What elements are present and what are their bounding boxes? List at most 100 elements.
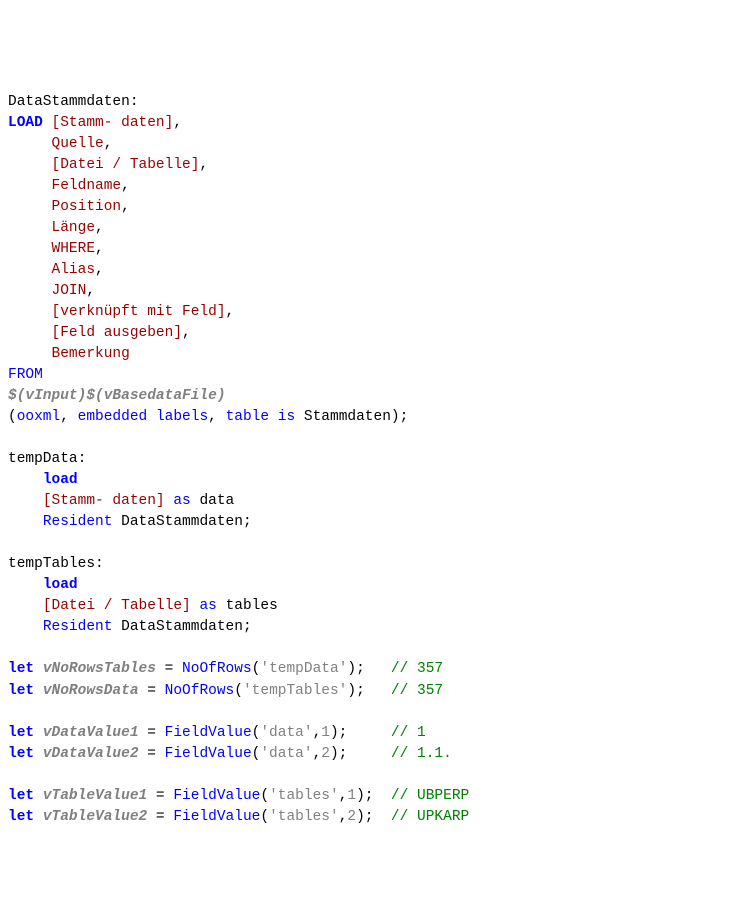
field-ausgeben: [Feld ausgeben] [52,325,183,341]
equals: = [147,809,173,825]
fieldvalue-func: FieldValue [173,788,260,804]
temptables-field: [Datei / Tabelle] [43,598,191,614]
comma: , [86,283,95,299]
resident-keyword: Resident [43,619,113,635]
comma: , [121,199,130,215]
close-paren-semi: ); [356,788,373,804]
comma: , [95,220,104,236]
let-keyword: let [8,661,34,677]
comma: , [95,241,104,257]
num-1: 1 [321,725,330,741]
close-paren-semi: ); [391,409,408,425]
close-paren-semi: ); [347,683,364,699]
field-bemerkung: Bemerkung [52,346,130,362]
resident-table: DataStammdaten [121,619,243,635]
load-keyword-3: load [43,577,78,593]
open-paren: ( [260,809,269,825]
comma: , [208,409,225,425]
tempdata-alias: data [199,493,234,509]
semicolon: ; [243,619,252,635]
fieldvalue-func: FieldValue [165,746,252,762]
field-verknuepft: [verknüpft mit Feld] [52,304,226,320]
source-expression: $(vInput)$(vBasedataFile) [8,388,226,404]
comma: , [226,304,235,320]
fieldvalue-func: FieldValue [173,809,260,825]
comma: , [313,725,322,741]
resident-table: DataStammdaten [121,514,243,530]
equals: = [156,661,182,677]
close-paren-semi: ); [330,725,347,741]
field-quelle: Quelle [52,136,104,152]
field-datei-tabelle: [Datei / Tabelle] [52,157,200,173]
comma: , [95,262,104,278]
comma: , [182,325,191,341]
let-keyword: let [8,725,34,741]
from-keyword: FROM [8,367,43,383]
comma: , [121,178,130,194]
comment-357b: // 357 [391,683,443,699]
table-label-1: DataStammdaten: [8,94,139,110]
temptables-label: tempTables: [8,556,104,572]
field-laenge: Länge [52,220,96,236]
var-vdatavalue2: vDataValue2 [43,746,139,762]
field-alias: Alias [52,262,96,278]
comma: , [104,136,113,152]
open-paren: ( [260,788,269,804]
as-keyword: as [173,493,190,509]
num-2: 2 [347,809,356,825]
table-name-stammdaten: Stammdaten [304,409,391,425]
load-keyword: LOAD [8,115,43,131]
resident-keyword: Resident [43,514,113,530]
open-paren: ( [8,409,17,425]
fieldvalue-func: FieldValue [165,725,252,741]
field-stammdaten: [Stamm- daten] [52,115,174,131]
var-vtablevalue1: vTableValue1 [43,788,147,804]
let-keyword: let [8,746,34,762]
comma: , [199,157,208,173]
var-vdatavalue1: vDataValue1 [43,725,139,741]
field-where: WHERE [52,241,96,257]
comment-1: // 1 [391,725,426,741]
num-2: 2 [321,746,330,762]
temptables-alias: tables [226,598,278,614]
num-1: 1 [347,788,356,804]
let-keyword: let [8,683,34,699]
var-vnorowstables: vNoRowsTables [43,661,156,677]
equals: = [139,725,165,741]
arg-data: 'data' [260,725,312,741]
let-keyword: let [8,809,34,825]
comment-357a: // 357 [391,661,443,677]
var-vtablevalue2: vTableValue2 [43,809,147,825]
arg-data: 'data' [260,746,312,762]
noofrows-func: NoOfRows [165,683,235,699]
semicolon: ; [243,514,252,530]
equals: = [147,788,173,804]
comment-1-1: // 1.1. [391,746,452,762]
ooxml: ooxml [17,409,61,425]
open-paren: ( [234,683,243,699]
close-paren-semi: ); [330,746,347,762]
load-keyword-2: load [43,472,78,488]
arg-tempdata: 'tempData' [260,661,347,677]
close-paren-semi: ); [356,809,373,825]
arg-tables: 'tables' [269,809,339,825]
comma: , [313,746,322,762]
embedded-labels: embedded labels [78,409,209,425]
as-keyword: as [199,598,216,614]
noofrows-func: NoOfRows [182,661,252,677]
comma: , [60,409,77,425]
equals: = [139,746,165,762]
arg-tables: 'tables' [269,788,339,804]
tempdata-field: [Stamm- daten] [43,493,165,509]
comment-ubperp: // UBPERP [391,788,469,804]
field-position: Position [52,199,122,215]
arg-temptables: 'tempTables' [243,683,347,699]
table-is: table is [226,409,296,425]
let-keyword: let [8,788,34,804]
tempdata-label: tempData: [8,451,86,467]
field-feldname: Feldname [52,178,122,194]
close-paren-semi: ); [347,661,364,677]
equals: = [139,683,165,699]
var-vnorowsdata: vNoRowsData [43,683,139,699]
comment-upkarp: // UPKARP [391,809,469,825]
